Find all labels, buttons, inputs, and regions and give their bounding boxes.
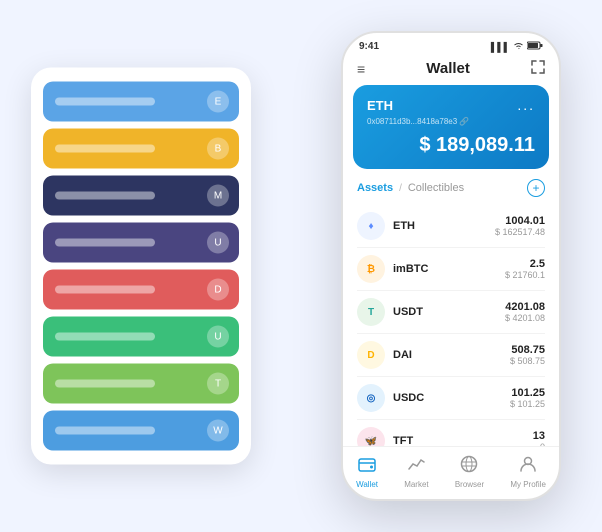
status-icons: ▌▌▌ <box>491 41 543 52</box>
asset-values-usdt: 4201.08$ 4201.08 <box>505 301 545 323</box>
time-display: 9:41 <box>359 41 379 52</box>
nav-item-browser[interactable]: Browser <box>455 455 484 489</box>
card-stack: EBMUDUTW <box>31 68 251 465</box>
asset-values-usdc: 101.25$ 101.25 <box>510 387 545 409</box>
asset-item-usdt[interactable]: T USDT4201.08$ 4201.08 <box>357 291 545 334</box>
asset-usd: $ 21760.1 <box>505 270 545 280</box>
wifi-icon <box>513 41 524 52</box>
asset-amount: 13 <box>533 430 545 442</box>
bottom-nav: Wallet Market Browser My Profile <box>343 446 559 499</box>
card-item[interactable]: U <box>43 317 239 357</box>
asset-icon-usdc: ◎ <box>357 384 385 412</box>
asset-name-dai: DAI <box>393 349 510 361</box>
asset-item-tft[interactable]: 🦋 TFT130 <box>357 420 545 446</box>
signal-icon: ▌▌▌ <box>491 42 510 52</box>
asset-amount: 508.75 <box>510 344 545 356</box>
phone-header: ≡ Wallet <box>343 56 559 85</box>
page-title: Wallet <box>426 60 470 77</box>
asset-name-imbtc: imBTC <box>393 263 505 275</box>
eth-options[interactable]: ... <box>517 97 535 113</box>
nav-label-wallet: Wallet <box>356 480 378 489</box>
asset-values-imbtc: 2.5$ 21760.1 <box>505 258 545 280</box>
asset-name-usdc: USDC <box>393 392 510 404</box>
asset-values-tft: 130 <box>533 430 545 446</box>
asset-item-usdc[interactable]: ◎ USDC101.25$ 101.25 <box>357 377 545 420</box>
eth-banner[interactable]: ETH ... 0x08711d3b...8418a78e3 🔗 $ 189,0… <box>353 85 549 169</box>
asset-amount: 1004.01 <box>495 215 545 227</box>
card-item[interactable]: U <box>43 223 239 263</box>
eth-balance: $ 189,089.11 <box>367 134 535 157</box>
phone-mockup: 9:41 ▌▌▌ <box>341 31 561 501</box>
eth-banner-header: ETH ... <box>367 97 535 113</box>
card-item[interactable]: W <box>43 411 239 451</box>
asset-icon-imbtc: ₿ <box>357 255 385 283</box>
asset-name-tft: TFT <box>393 435 533 446</box>
nav-icon-market <box>407 455 425 478</box>
asset-item-imbtc[interactable]: ₿ imBTC2.5$ 21760.1 <box>357 248 545 291</box>
asset-icon-usdt: T <box>357 298 385 326</box>
asset-icon-tft: 🦋 <box>357 427 385 446</box>
card-item[interactable]: T <box>43 364 239 404</box>
card-item[interactable]: D <box>43 270 239 310</box>
tab-collectibles[interactable]: Collectibles <box>408 182 464 194</box>
asset-values-dai: 508.75$ 508.75 <box>510 344 545 366</box>
eth-address: 0x08711d3b...8418a78e3 🔗 <box>367 117 535 126</box>
nav-item-market[interactable]: Market <box>404 455 428 489</box>
nav-item-my-profile[interactable]: My Profile <box>510 455 546 489</box>
asset-usd: $ 162517.48 <box>495 227 545 237</box>
asset-amount: 4201.08 <box>505 301 545 313</box>
card-item[interactable]: E <box>43 82 239 122</box>
asset-amount: 101.25 <box>510 387 545 399</box>
asset-values-eth: 1004.01$ 162517.48 <box>495 215 545 237</box>
nav-icon-browser <box>460 455 478 478</box>
add-asset-button[interactable]: + <box>527 179 545 197</box>
status-bar: 9:41 ▌▌▌ <box>343 33 559 56</box>
asset-name-eth: ETH <box>393 220 495 232</box>
tab-assets[interactable]: Assets <box>357 182 393 194</box>
card-item[interactable]: M <box>43 176 239 216</box>
nav-icon-my-profile <box>519 455 537 478</box>
asset-usd: $ 508.75 <box>510 356 545 366</box>
nav-label-my-profile: My Profile <box>510 480 546 489</box>
asset-icon-eth: ♦ <box>357 212 385 240</box>
asset-name-usdt: USDT <box>393 306 505 318</box>
battery-icon <box>527 41 543 52</box>
asset-item-eth[interactable]: ♦ ETH1004.01$ 162517.48 <box>357 205 545 248</box>
nav-label-market: Market <box>404 480 428 489</box>
nav-item-wallet[interactable]: Wallet <box>356 455 378 489</box>
asset-usd: $ 4201.08 <box>505 313 545 323</box>
asset-usd: $ 101.25 <box>510 399 545 409</box>
eth-label: ETH <box>367 98 393 113</box>
assets-header: Assets / Collectibles + <box>343 179 559 205</box>
expand-icon[interactable] <box>531 60 545 77</box>
assets-tabs: Assets / Collectibles <box>357 182 464 194</box>
scene: EBMUDUTW 9:41 ▌▌▌ <box>21 16 581 516</box>
menu-icon[interactable]: ≡ <box>357 61 365 77</box>
asset-icon-dai: D <box>357 341 385 369</box>
nav-icon-wallet <box>358 455 376 478</box>
nav-label-browser: Browser <box>455 480 484 489</box>
card-item[interactable]: B <box>43 129 239 169</box>
tab-divider: / <box>399 183 402 194</box>
asset-item-dai[interactable]: D DAI508.75$ 508.75 <box>357 334 545 377</box>
asset-amount: 2.5 <box>505 258 545 270</box>
asset-list: ♦ ETH1004.01$ 162517.48 ₿ imBTC2.5$ 21760.1… <box>343 205 559 446</box>
